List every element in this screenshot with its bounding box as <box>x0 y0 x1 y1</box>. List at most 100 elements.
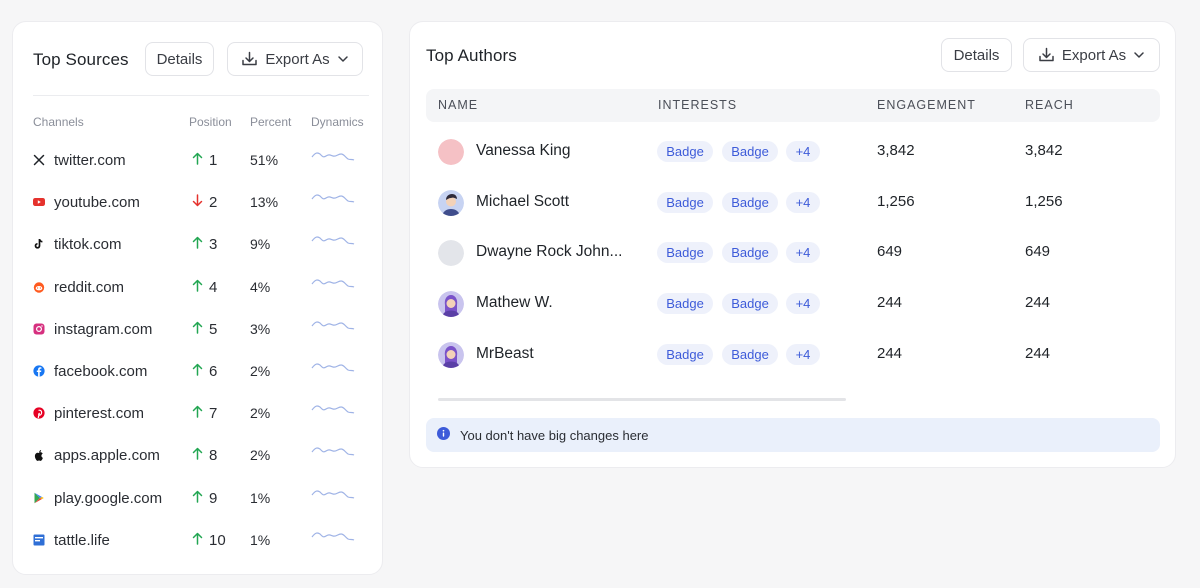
source-row[interactable]: youtube.com 2 13% <box>13 182 384 224</box>
divider <box>33 95 369 96</box>
column-header-position: Position <box>189 115 232 129</box>
table-row[interactable]: Michael Scott Badge Badge +4 1,256 1,256 <box>410 183 1177 234</box>
table-row[interactable]: MrBeast Badge Badge +4 244 244 <box>410 335 1177 386</box>
sources-export-button[interactable]: Export As <box>227 42 363 76</box>
interest-badge[interactable]: Badge <box>657 242 713 264</box>
arrow-up-icon <box>192 405 203 422</box>
table-row[interactable]: Mathew W. Badge Badge +4 244 244 <box>410 284 1177 335</box>
more-badges[interactable]: +4 <box>786 242 820 264</box>
reach-value: 649 <box>1025 243 1051 261</box>
source-position: 6 <box>192 363 217 380</box>
author-name[interactable]: MrBeast <box>476 345 534 363</box>
column-header-name[interactable]: NAME <box>438 98 478 112</box>
arrow-up-icon <box>192 152 203 169</box>
source-name[interactable]: youtube.com <box>54 194 140 211</box>
sources-details-button[interactable]: Details <box>145 42 214 76</box>
column-header-interests[interactable]: INTERESTS <box>658 98 737 112</box>
x-logo-icon <box>33 154 45 166</box>
authors-export-button[interactable]: Export As <box>1023 38 1160 72</box>
position-value: 4 <box>209 278 218 296</box>
source-percent: 2% <box>250 405 271 422</box>
top-authors-title: Top Authors <box>426 46 517 65</box>
table-row[interactable]: Vanessa King Badge Badge +4 3,842 3,842 <box>410 132 1177 183</box>
engagement-value: 244 <box>877 294 903 312</box>
interest-badge[interactable]: Badge <box>657 141 713 162</box>
author-name[interactable]: Vanessa King <box>476 142 571 160</box>
source-row[interactable]: play.google.com 9 1% <box>13 478 384 520</box>
source-name[interactable]: tiktok.com <box>54 236 122 253</box>
source-row[interactable]: tiktok.com 3 9% <box>13 224 384 266</box>
avatar[interactable] <box>438 240 464 267</box>
info-icon <box>437 427 450 443</box>
arrow-up-icon <box>192 279 203 296</box>
avatar[interactable] <box>438 291 464 318</box>
source-name[interactable]: apps.apple.com <box>54 447 160 464</box>
author-name[interactable]: Mathew W. <box>476 294 553 312</box>
notice-text: You don't have big changes here <box>460 427 649 443</box>
interest-badge[interactable]: Badge <box>722 343 778 365</box>
position-value: 10 <box>209 531 226 549</box>
details-label: Details <box>156 50 203 68</box>
tiktok-icon <box>33 238 45 250</box>
youtube-icon <box>33 196 45 208</box>
chevron-down-icon <box>337 55 349 63</box>
interest-badge[interactable]: Badge <box>657 191 713 213</box>
interest-badge[interactable]: Badge <box>722 242 778 264</box>
top-sources-title: Top Sources <box>33 50 129 69</box>
horizontal-scrollbar[interactable] <box>438 398 846 401</box>
sparkline-icon <box>311 317 355 333</box>
reddit-icon <box>33 281 45 293</box>
source-row[interactable]: apps.apple.com 8 2% <box>13 435 384 477</box>
more-badges[interactable]: +4 <box>786 343 820 365</box>
avatar[interactable] <box>438 189 464 216</box>
arrow-up-icon <box>192 321 203 338</box>
engagement-value: 649 <box>877 243 903 261</box>
source-row[interactable]: reddit.com 4 4% <box>13 267 384 309</box>
source-row[interactable]: twitter.com 1 51% <box>13 140 384 182</box>
sparkline-icon <box>311 401 355 417</box>
more-badges[interactable]: +4 <box>786 191 820 213</box>
authors-details-button[interactable]: Details <box>941 38 1012 72</box>
interest-badge[interactable]: Badge <box>722 141 778 162</box>
avatar[interactable] <box>438 139 464 165</box>
column-header-reach[interactable]: REACH <box>1025 98 1074 112</box>
column-header-percent: Percent <box>250 115 292 129</box>
arrow-down-icon <box>192 194 203 211</box>
engagement-value: 1,256 <box>877 192 915 210</box>
interest-badge[interactable]: Badge <box>657 343 713 365</box>
interest-badge[interactable]: Badge <box>722 191 778 213</box>
source-position: 10 <box>192 532 226 549</box>
column-header-engagement[interactable]: ENGAGEMENT <box>877 98 976 112</box>
source-name[interactable]: facebook.com <box>54 363 147 380</box>
avatar[interactable] <box>438 341 464 368</box>
author-name[interactable]: Michael Scott <box>476 193 569 211</box>
source-name[interactable]: pinterest.com <box>54 405 144 422</box>
table-row[interactable]: Dwayne Rock John... Badge Badge +4 649 649 <box>410 233 1177 284</box>
source-name[interactable]: reddit.com <box>54 279 124 296</box>
sparkline-icon <box>311 232 355 248</box>
reach-value: 3,842 <box>1025 142 1063 159</box>
source-row[interactable]: pinterest.com 7 2% <box>13 393 384 435</box>
info-notice: You don't have big changes here <box>426 418 1160 452</box>
source-name[interactable]: twitter.com <box>54 152 126 169</box>
source-position: 8 <box>192 447 217 464</box>
arrow-up-icon <box>192 447 203 464</box>
source-name[interactable]: play.google.com <box>54 490 162 507</box>
reach-value: 244 <box>1025 294 1051 312</box>
source-row[interactable]: tattle.life 10 1% <box>13 520 384 562</box>
table-header: NAME INTERESTS ENGAGEMENT REACH <box>426 89 1160 122</box>
more-badges[interactable]: +4 <box>786 141 820 162</box>
arrow-up-icon <box>192 363 203 380</box>
more-badges[interactable]: +4 <box>786 293 820 315</box>
sparkline-icon <box>311 528 355 544</box>
source-name[interactable]: instagram.com <box>54 321 152 338</box>
author-name[interactable]: Dwayne Rock John... <box>476 243 622 261</box>
sparkline-icon <box>311 443 355 459</box>
interest-badge[interactable]: Badge <box>722 293 778 315</box>
interest-badge[interactable]: Badge <box>657 293 713 315</box>
position-value: 7 <box>209 405 218 423</box>
source-row[interactable]: instagram.com 5 3% <box>13 309 384 351</box>
source-name[interactable]: tattle.life <box>54 532 110 549</box>
source-row[interactable]: facebook.com 6 2% <box>13 351 384 393</box>
google-play-icon <box>33 492 45 504</box>
